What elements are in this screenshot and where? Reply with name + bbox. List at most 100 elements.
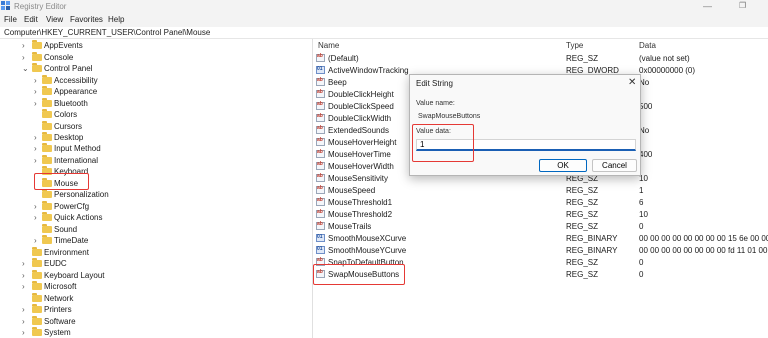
tree-label: Sound bbox=[54, 225, 78, 234]
chevron-right-icon[interactable]: › bbox=[34, 132, 37, 143]
folder-icon bbox=[42, 132, 52, 141]
value-data: 10 bbox=[639, 210, 648, 219]
folder-icon bbox=[42, 155, 52, 164]
tree-label: System bbox=[44, 328, 71, 337]
folder-icon bbox=[42, 235, 52, 244]
value-row[interactable]: SmoothMouseYCurve REG_BINARY 00 00 00 00 0… bbox=[313, 244, 768, 256]
folder-icon bbox=[42, 143, 52, 152]
value-name: MouseSpeed bbox=[328, 186, 376, 195]
value-name: MouseHoverWidth bbox=[328, 162, 394, 171]
chevron-right-icon[interactable]: › bbox=[22, 304, 25, 315]
folder-icon bbox=[32, 52, 42, 61]
menu-edit[interactable]: Edit bbox=[24, 15, 38, 24]
value-name: DoubleClickSpeed bbox=[328, 102, 394, 111]
value-row[interactable]: MouseSpeed REG_SZ 1 bbox=[313, 184, 768, 196]
tree-label: Printers bbox=[44, 305, 72, 314]
chevron-right-icon[interactable]: › bbox=[22, 52, 25, 63]
tree-label: TimeDate bbox=[54, 236, 89, 245]
string-value-icon bbox=[316, 101, 325, 110]
chevron-right-icon[interactable]: › bbox=[34, 86, 37, 97]
value-data: 0 bbox=[639, 258, 644, 267]
tree-label: Microsoft bbox=[44, 282, 77, 291]
chevron-down-icon[interactable]: ⌄ bbox=[22, 63, 29, 74]
column-header-type[interactable]: Type bbox=[566, 41, 583, 50]
binary-value-icon bbox=[316, 234, 325, 242]
tree-label: EUDC bbox=[44, 259, 67, 268]
string-value-icon bbox=[316, 173, 325, 182]
value-data: 400 bbox=[639, 150, 653, 159]
string-value-icon bbox=[316, 77, 325, 86]
value-name: DoubleClickWidth bbox=[328, 114, 392, 123]
column-header-name[interactable]: Name bbox=[318, 41, 339, 50]
folder-icon bbox=[32, 304, 42, 313]
close-icon[interactable]: ✕ bbox=[628, 77, 636, 88]
value-row[interactable]: MouseThreshold2 REG_SZ 10 bbox=[313, 208, 768, 220]
value-type: REG_SZ bbox=[566, 186, 599, 195]
folder-icon bbox=[32, 247, 42, 256]
chevron-right-icon[interactable]: › bbox=[22, 258, 25, 269]
tree-label: Control Panel bbox=[44, 64, 93, 73]
menu-favorites[interactable]: Favorites bbox=[70, 15, 103, 24]
title-bar: Registry Editor — ❐ bbox=[0, 0, 768, 13]
string-value-icon bbox=[316, 185, 325, 194]
value-data: 0 bbox=[639, 222, 644, 231]
value-row[interactable]: (Default) REG_SZ (value not set) bbox=[313, 52, 768, 64]
folder-icon bbox=[42, 75, 52, 84]
chevron-right-icon[interactable]: › bbox=[34, 75, 37, 86]
value-row[interactable]: MouseThreshold1 REG_SZ 6 bbox=[313, 196, 768, 208]
address-path[interactable]: Computer\HKEY_CURRENT_USER\Control Panel… bbox=[4, 28, 210, 37]
highlight-value-data bbox=[412, 124, 474, 162]
value-name: MouseTrails bbox=[328, 222, 372, 231]
value-name-field: SwapMouseButtons bbox=[418, 113, 481, 120]
minimize-icon[interactable]: — bbox=[703, 1, 712, 11]
column-header-data[interactable]: Data bbox=[639, 41, 656, 50]
tree-label: Accessibility bbox=[54, 76, 98, 85]
chevron-right-icon[interactable]: › bbox=[22, 281, 25, 292]
ok-button[interactable]: OK bbox=[539, 159, 587, 172]
folder-icon bbox=[32, 281, 42, 290]
value-data: 500 bbox=[639, 102, 653, 111]
value-row[interactable]: MouseTrails REG_SZ 0 bbox=[313, 220, 768, 232]
value-data: 0 bbox=[639, 270, 644, 279]
folder-icon bbox=[32, 327, 42, 336]
value-data: 6 bbox=[639, 198, 644, 207]
chevron-right-icon[interactable]: › bbox=[34, 155, 37, 166]
menu-view[interactable]: View bbox=[46, 15, 63, 24]
tree-label: International bbox=[54, 156, 99, 165]
highlight-mouse-key bbox=[34, 173, 89, 190]
chevron-right-icon[interactable]: › bbox=[34, 143, 37, 154]
value-name-label: Value name: bbox=[416, 100, 455, 107]
cancel-button[interactable]: Cancel bbox=[592, 159, 637, 172]
value-type: REG_SZ bbox=[566, 198, 599, 207]
folder-icon bbox=[32, 270, 42, 279]
chevron-right-icon[interactable]: › bbox=[34, 201, 37, 212]
value-name: SmoothMouseXCurve bbox=[328, 234, 407, 243]
chevron-right-icon[interactable]: › bbox=[34, 235, 37, 246]
chevron-right-icon[interactable]: › bbox=[22, 270, 25, 281]
dialog-title: Edit String bbox=[416, 79, 453, 88]
folder-open-icon bbox=[32, 63, 42, 72]
value-type: REG_BINARY bbox=[566, 234, 618, 243]
menu-help[interactable]: Help bbox=[108, 15, 124, 24]
address-bar[interactable]: Computer\HKEY_CURRENT_USER\Control Panel… bbox=[0, 27, 768, 39]
menu-bar: File Edit View Favorites Help bbox=[0, 13, 768, 27]
folder-icon bbox=[42, 212, 52, 221]
chevron-right-icon[interactable]: › bbox=[34, 212, 37, 223]
value-name: MouseThreshold1 bbox=[328, 198, 393, 207]
value-data: 00 00 00 00 00 00 00 00 15 6e 00 00 00 bbox=[639, 234, 768, 243]
string-value-icon bbox=[316, 53, 325, 62]
folder-icon bbox=[42, 201, 52, 210]
chevron-right-icon[interactable]: › bbox=[34, 98, 37, 109]
maximize-icon[interactable]: ❐ bbox=[739, 1, 746, 11]
chevron-right-icon[interactable]: › bbox=[22, 327, 25, 338]
value-row[interactable]: SmoothMouseXCurve REG_BINARY 00 00 00 00 0… bbox=[313, 232, 768, 244]
chevron-right-icon[interactable]: › bbox=[22, 316, 25, 327]
chevron-right-icon[interactable]: › bbox=[22, 40, 25, 51]
string-value-icon bbox=[316, 161, 325, 170]
tree-label: Personalization bbox=[54, 190, 109, 199]
value-name: (Default) bbox=[328, 54, 359, 63]
value-type: REG_SZ bbox=[566, 222, 599, 231]
value-name: DoubleClickHeight bbox=[328, 90, 394, 99]
folder-icon bbox=[42, 121, 52, 130]
menu-file[interactable]: File bbox=[4, 15, 17, 24]
